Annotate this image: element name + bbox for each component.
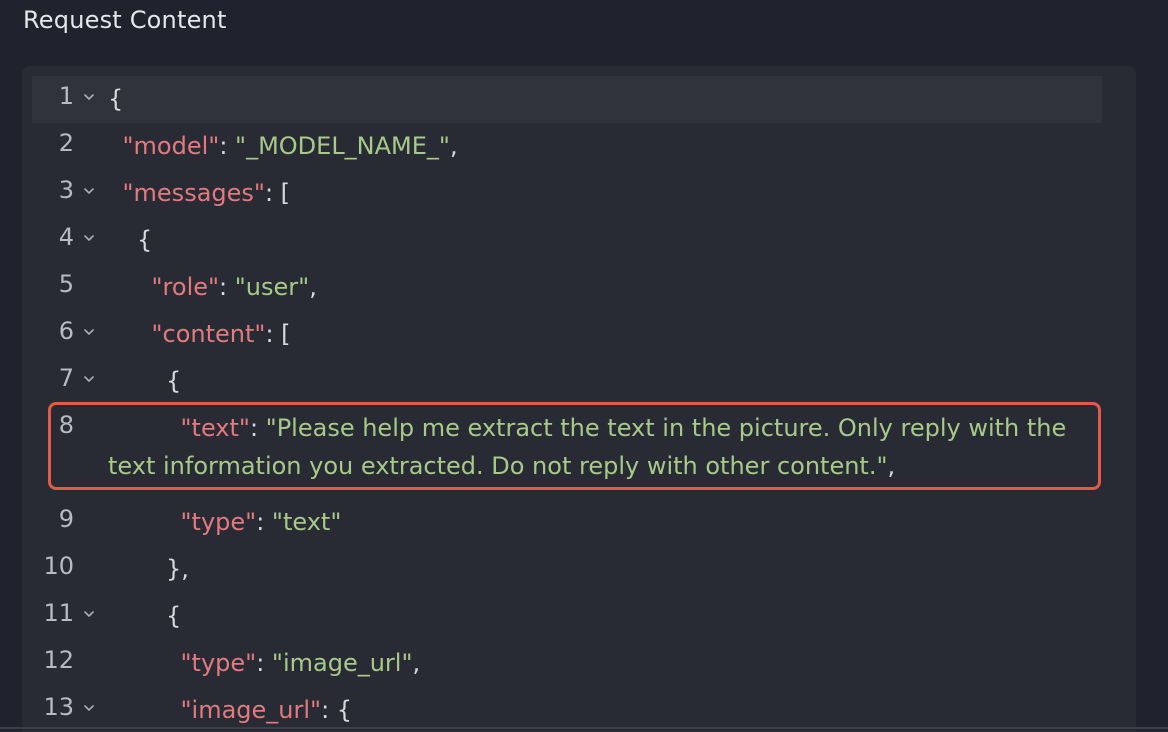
json-string: "_MODEL_NAME_" bbox=[235, 132, 450, 160]
code-text: { bbox=[108, 85, 123, 113]
json-punctuation: { bbox=[166, 367, 182, 395]
code-text: "type": "image_url", bbox=[181, 649, 421, 677]
chevron-down-icon[interactable] bbox=[82, 180, 98, 200]
line-number: 1 bbox=[58, 82, 74, 110]
code-text: "type": "text" bbox=[181, 508, 342, 536]
code-line[interactable]: 7{ bbox=[32, 358, 1102, 405]
json-key: "type" bbox=[180, 649, 257, 677]
json-punctuation: , bbox=[887, 452, 896, 480]
json-key: "image_url" bbox=[180, 696, 322, 724]
code-line[interactable]: 4{ bbox=[32, 217, 1102, 264]
json-key: "role" bbox=[151, 273, 220, 301]
code-text: "content": [ bbox=[152, 320, 291, 348]
json-punctuation: { bbox=[108, 85, 124, 113]
code-text: }, bbox=[166, 555, 189, 583]
bottom-divider bbox=[0, 727, 1168, 729]
code-text: { bbox=[166, 602, 181, 630]
code-text: "model": "_MODEL_NAME_", bbox=[123, 132, 458, 160]
json-string: "user" bbox=[234, 273, 310, 301]
code-text: "text": "Please help me extract the text… bbox=[181, 414, 1067, 442]
json-punctuation: , bbox=[412, 649, 421, 677]
json-key: "type" bbox=[180, 508, 257, 536]
json-punctuation: }, bbox=[166, 555, 189, 583]
json-key: "text" bbox=[180, 414, 250, 442]
code-text: "role": "user", bbox=[152, 273, 317, 301]
code-line[interactable]: 9 "type": "text" bbox=[32, 499, 1102, 546]
line-number: 3 bbox=[58, 176, 74, 204]
code-line[interactable]: 12 "type": "image_url", bbox=[32, 640, 1102, 687]
code-line[interactable]: 1{ bbox=[32, 76, 1102, 123]
json-punctuation: : bbox=[256, 508, 272, 536]
line-number: 10 bbox=[43, 552, 74, 580]
code-line[interactable]: 6 "content": [ bbox=[32, 311, 1102, 358]
chevron-down-icon[interactable] bbox=[82, 697, 98, 717]
code-text: { bbox=[166, 367, 181, 395]
line-number: 5 bbox=[58, 270, 74, 298]
code-text: "image_url": { bbox=[181, 696, 353, 724]
chevron-down-icon[interactable] bbox=[82, 321, 98, 341]
json-key: "model" bbox=[122, 132, 220, 160]
code-line[interactable]: 5 "role": "user", bbox=[32, 264, 1102, 311]
json-punctuation: { bbox=[137, 226, 153, 254]
json-punctuation: : bbox=[219, 273, 235, 301]
line-number: 11 bbox=[43, 599, 74, 627]
code-text: { bbox=[137, 226, 152, 254]
line-number: 12 bbox=[43, 646, 74, 674]
json-punctuation: : [ bbox=[265, 320, 291, 348]
json-string: "text" bbox=[271, 508, 342, 536]
line-number: 6 bbox=[58, 317, 74, 345]
chevron-down-icon[interactable] bbox=[82, 86, 98, 106]
code-line[interactable]: 2 "model": "_MODEL_NAME_", bbox=[32, 123, 1102, 170]
code-line[interactable]: 10}, bbox=[32, 546, 1102, 593]
code-editor[interactable]: 1{2 "model": "_MODEL_NAME_", 3 "messages": … bbox=[32, 76, 1102, 732]
json-string: "image_url" bbox=[271, 649, 413, 677]
code-text: "messages": [ bbox=[123, 179, 291, 207]
json-key: "content" bbox=[151, 320, 266, 348]
line-number: 8 bbox=[58, 411, 74, 439]
json-punctuation: : bbox=[219, 132, 236, 160]
json-punctuation: { bbox=[166, 602, 182, 630]
code-line[interactable]: 3 "messages": [ bbox=[32, 170, 1102, 217]
code-line[interactable]: 13 "image_url": { bbox=[32, 687, 1102, 732]
json-punctuation: : bbox=[249, 414, 266, 442]
line-number: 2 bbox=[58, 129, 74, 157]
line-number: 7 bbox=[58, 364, 74, 392]
json-punctuation: : [ bbox=[264, 179, 291, 207]
line-number: 13 bbox=[43, 693, 74, 721]
json-punctuation: : bbox=[256, 649, 272, 677]
code-line[interactable]: 8 "text": "Please help me extract the tex… bbox=[32, 405, 1102, 499]
chevron-down-icon[interactable] bbox=[82, 603, 98, 623]
json-punctuation: , bbox=[449, 132, 458, 160]
code-line[interactable]: 11 { bbox=[32, 593, 1102, 640]
line-number: 4 bbox=[58, 223, 74, 251]
json-key: "messages" bbox=[122, 179, 265, 207]
line-number: 9 bbox=[58, 505, 74, 533]
page-title: Request Content bbox=[23, 6, 227, 34]
code-text-wrapped: text information you extracted. Do not r… bbox=[108, 452, 895, 480]
json-string: "Please help me extract the text in the … bbox=[265, 414, 1067, 442]
json-string: text information you extracted. Do not r… bbox=[108, 452, 888, 480]
json-punctuation: : { bbox=[321, 696, 353, 724]
chevron-down-icon[interactable] bbox=[82, 368, 98, 388]
chevron-down-icon[interactable] bbox=[82, 227, 98, 247]
json-punctuation: , bbox=[309, 273, 317, 301]
